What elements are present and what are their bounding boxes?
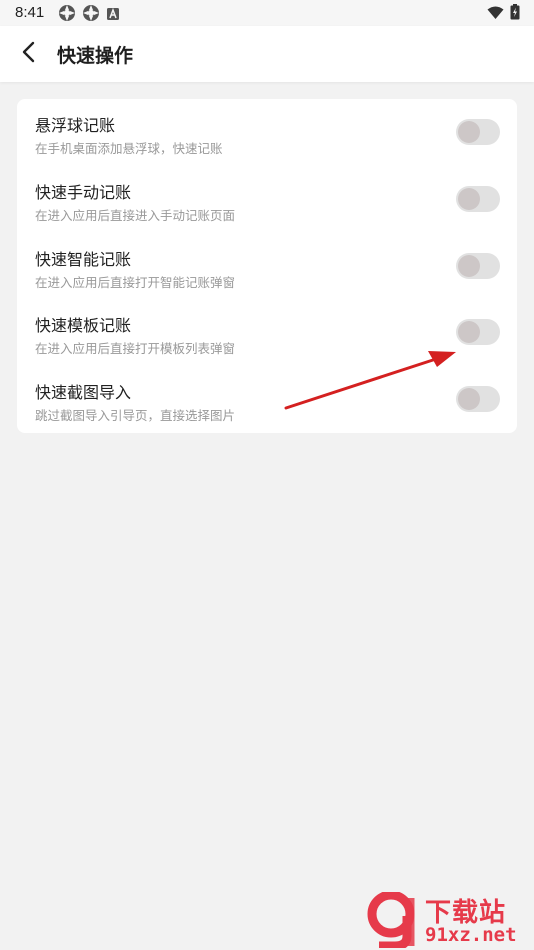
template-toggle[interactable] — [456, 319, 500, 346]
setting-row-template[interactable]: 快速模板记账 在进入应用后直接打开模板列表弹窗 — [17, 299, 517, 366]
setting-description: 在进入应用后直接打开模板列表弹窗 — [35, 341, 236, 357]
battery-charging-icon — [510, 4, 520, 24]
floating-ball-toggle[interactable] — [456, 119, 500, 145]
setting-row-floating-ball[interactable]: 悬浮球记账 在手机桌面添加悬浮球，快速记账 — [17, 99, 517, 166]
system-icons — [487, 4, 520, 24]
toggle-knob — [458, 121, 480, 143]
toggle-knob — [458, 254, 480, 277]
setting-row-manual[interactable]: 快速手动记账 在进入应用后直接进入手动记账页面 — [17, 166, 517, 233]
setting-description: 在进入应用后直接打开智能记账弹窗 — [35, 274, 236, 290]
watermark-logo-icon — [367, 892, 415, 948]
setting-description: 在进入应用后直接进入手动记账页面 — [35, 207, 236, 223]
settings-card: 悬浮球记账 在手机桌面添加悬浮球，快速记账 快速手动记账 在进入应用后直接进入手… — [17, 99, 517, 433]
setting-row-smart[interactable]: 快速智能记账 在进入应用后直接打开智能记账弹窗 — [17, 233, 517, 300]
settings-app-icon — [58, 4, 76, 26]
setting-description: 跳过截图导入引导页，直接选择图片 — [35, 408, 236, 424]
setting-description: 在手机桌面添加悬浮球，快速记账 — [35, 141, 223, 156]
wifi-icon — [487, 5, 504, 24]
setting-row-screenshot-import[interactable]: 快速截图导入 跳过截图导入引导页，直接选择图片 — [17, 366, 517, 433]
toggle-knob — [458, 388, 480, 411]
toggle-knob — [458, 187, 480, 210]
app-bar: 快速操作 — [0, 26, 534, 82]
notification-icons — [58, 4, 120, 26]
smart-toggle[interactable] — [456, 252, 500, 279]
setting-title: 快速智能记账 — [35, 249, 132, 269]
settings-app-icon — [82, 4, 100, 26]
page-title: 快速操作 — [57, 45, 134, 67]
site-watermark: 下载站 91xz.net — [367, 890, 534, 950]
setting-title: 悬浮球记账 — [35, 116, 116, 135]
manual-toggle[interactable] — [456, 185, 500, 212]
back-button[interactable] — [12, 37, 46, 71]
screenshot-import-toggle[interactable] — [456, 386, 500, 413]
watermark-url: 91xz.net — [425, 924, 517, 946]
status-bar: 8:41 — [0, 0, 534, 26]
setting-title: 快速截图导入 — [35, 383, 132, 403]
setting-title: 快速手动记账 — [35, 182, 132, 202]
font-app-icon — [106, 6, 120, 25]
status-time: 8:41 — [15, 4, 45, 21]
setting-title: 快速模板记账 — [35, 316, 132, 336]
chevron-left-icon — [21, 41, 37, 67]
toggle-knob — [458, 321, 480, 344]
